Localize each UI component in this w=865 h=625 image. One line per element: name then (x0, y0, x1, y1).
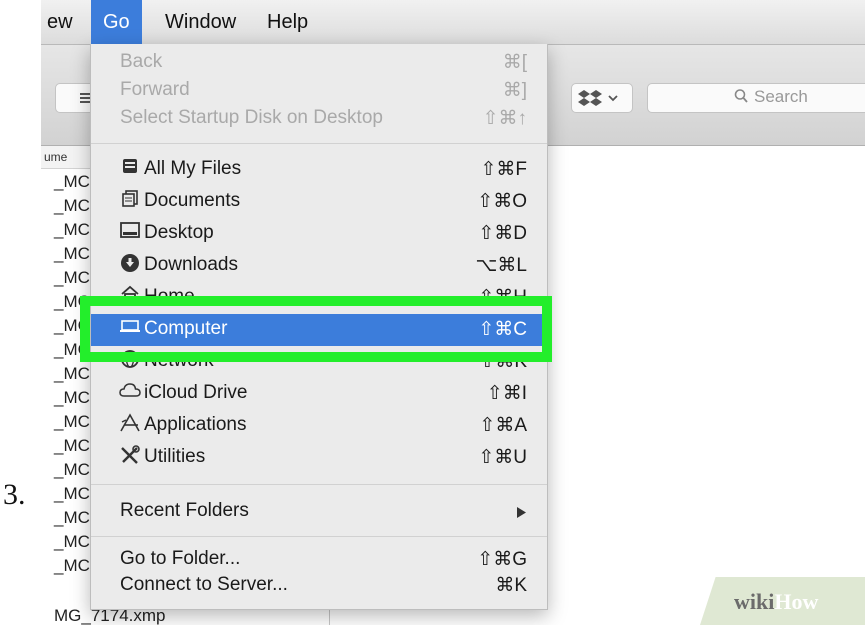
menu-item-label: Forward (120, 79, 190, 100)
menu-bar: ew Go Window Help (41, 0, 865, 45)
menu-item-documents[interactable]: Documents ⇧⌘O (91, 186, 547, 218)
chevron-down-icon (608, 95, 618, 102)
menu-item-icloud-drive[interactable]: iCloud Drive ⇧⌘I (91, 378, 547, 410)
menu-item-label: Recent Folders (120, 500, 249, 521)
menu-item-desktop[interactable]: Desktop ⇧⌘D (91, 218, 547, 250)
menu-item-label: Documents (144, 190, 241, 211)
applications-icon (119, 413, 141, 437)
search-placeholder: Search (754, 87, 808, 106)
documents-icon (119, 189, 141, 213)
search-field[interactable]: Search (647, 83, 865, 113)
menu-separator (91, 536, 547, 537)
menu-item-shortcut: ⌥⌘L (475, 255, 527, 276)
menu-item-shortcut: ⇧⌘U (478, 447, 527, 468)
menu-item-applications[interactable]: Applications ⇧⌘A (91, 410, 547, 442)
menu-separator (91, 143, 547, 144)
menu-item-label: Applications (144, 414, 247, 435)
menu-item-shortcut: ⇧⌘F (480, 159, 527, 180)
downloads-icon (119, 253, 141, 277)
menu-item-connect-to-server[interactable]: Connect to Server... ⌘K (91, 570, 547, 602)
menu-item-label: Utilities (144, 446, 206, 467)
menu-item-all-my-files[interactable]: All My Files ⇧⌘F (91, 154, 547, 186)
wikihow-watermark: wikiHow (734, 589, 819, 614)
menu-item-shortcut: ⇧⌘I (486, 383, 527, 404)
utilities-icon (119, 445, 141, 469)
dropbox-icon (578, 90, 618, 106)
menu-item-recent-folders[interactable]: Recent Folders (91, 496, 547, 528)
step-number: 3. (3, 478, 26, 511)
menu-item-utilities[interactable]: Utilities ⇧⌘U (91, 442, 547, 474)
menu-help[interactable]: Help (255, 0, 320, 44)
menu-item-downloads[interactable]: Downloads ⌥⌘L (91, 250, 547, 282)
cloud-icon (119, 381, 141, 405)
menu-item-shortcut: ⌘] (502, 80, 527, 101)
submenu-arrow-icon (517, 507, 526, 518)
menu-item-shortcut: ⇧⌘D (478, 223, 527, 244)
menu-item-label: Connect to Server... (120, 574, 288, 595)
menu-item-shortcut: ⇧⌘O (477, 191, 527, 212)
menu-go[interactable]: Go (91, 0, 142, 44)
highlight-annotation-box (80, 296, 552, 362)
menu-item-label: Desktop (144, 222, 214, 243)
menu-item-shortcut: ⇧⌘A (479, 415, 527, 436)
menu-item-label: All My Files (144, 158, 242, 179)
menu-item-select-startup-disk[interactable]: Select Startup Disk on Desktop ⇧⌘↑ (91, 103, 547, 135)
menu-item-shortcut: ⌘K (495, 575, 527, 596)
dropbox-button[interactable] (571, 83, 633, 113)
menu-item-label: Back (120, 51, 163, 72)
menu-window[interactable]: Window (153, 0, 248, 44)
menu-item-label: iCloud Drive (144, 382, 248, 403)
menu-separator (91, 484, 547, 485)
menu-item-label: Select Startup Disk on Desktop (120, 107, 383, 128)
menu-item-label: Downloads (144, 254, 238, 275)
menu-item-shortcut: ⇧⌘G (477, 549, 527, 570)
menu-view[interactable]: ew (41, 0, 85, 44)
desktop-icon (119, 221, 141, 245)
menu-item-label: Go to Folder... (120, 548, 241, 569)
all-files-icon (119, 157, 141, 181)
search-icon (734, 88, 748, 108)
menu-item-shortcut: ⌘[ (502, 52, 527, 73)
menu-item-shortcut: ⇧⌘↑ (482, 108, 527, 129)
